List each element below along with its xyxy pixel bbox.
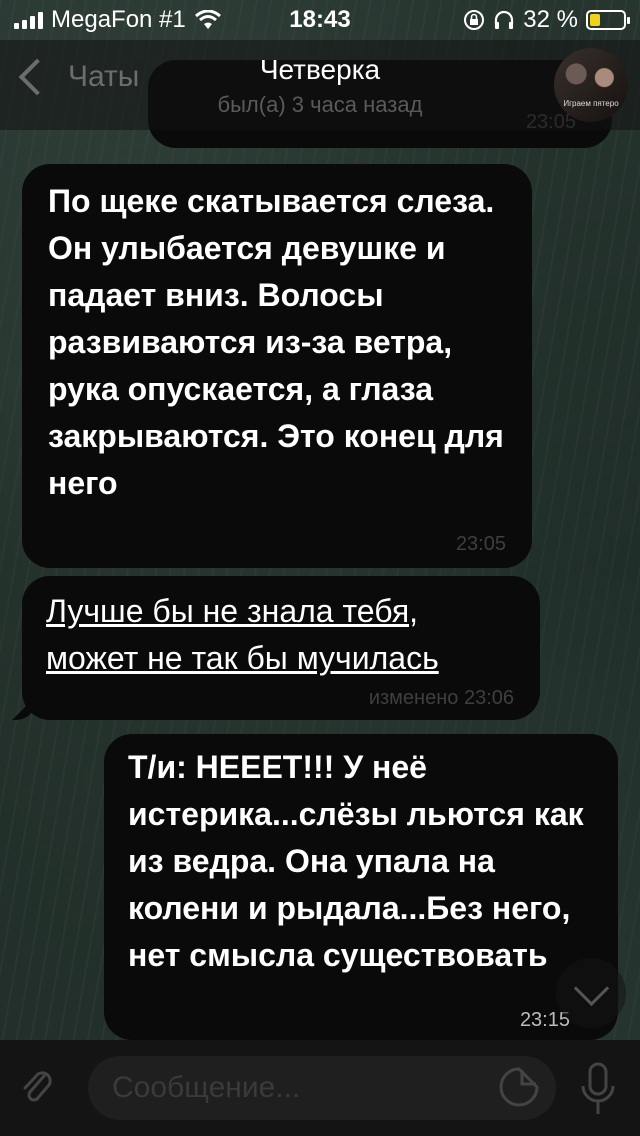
message-edited-time: изменено 23:06	[368, 687, 514, 709]
message-text-line: может не так бы мучилась	[46, 640, 439, 676]
chevron-down-icon	[573, 970, 609, 1006]
message-input-placeholder: Сообщение...	[112, 1071, 301, 1104]
last-seen-status: был(а) 3 часа назад	[217, 92, 423, 117]
microphone-icon[interactable]	[578, 1062, 618, 1116]
message-input[interactable]: Сообщение...	[88, 1056, 556, 1120]
sticker-icon[interactable]	[498, 1066, 540, 1108]
avatar[interactable]: Играем пятеро	[554, 48, 628, 122]
message-text: Т/и: НЕЕЕТ!!! У неё истерика...слёзы лью…	[128, 749, 584, 973]
message-bubble-incoming[interactable]: Лучше бы не знала тебя, может не так бы …	[12, 576, 540, 720]
wifi-icon	[194, 10, 221, 29]
avatar-caption: Играем пятеро	[563, 99, 619, 108]
message-text-line: Лучше бы не знала тебя,	[46, 593, 419, 629]
chat-header: Чаты Четверка был(а) 3 часа назад Играем…	[0, 40, 640, 130]
signal-icon	[14, 11, 43, 29]
chat-title[interactable]: Четверка	[0, 54, 640, 86]
rotation-lock-icon	[464, 10, 485, 30]
battery-icon	[586, 10, 630, 30]
status-bar: MegaFon #1 18:43 32 %	[0, 0, 640, 40]
carrier-label: MegaFon #1	[51, 6, 186, 33]
message-text: По щеке скатывается слеза. Он улыбается …	[48, 183, 504, 501]
message-input-bar: Сообщение...	[0, 1040, 640, 1136]
message-time: 23:05	[455, 533, 506, 555]
scroll-to-bottom-button[interactable]	[556, 958, 626, 1028]
message-bubble-outgoing[interactable]: Т/и: НЕЕЕТ!!! У неё истерика...слёзы лью…	[104, 734, 618, 1040]
message-bubble-incoming[interactable]: По щеке скатывается слеза. Он улыбается …	[22, 164, 532, 568]
battery-percent: 32 %	[523, 6, 578, 33]
message-text-block: Лучше бы не знала тебя, может не так бы …	[46, 588, 520, 682]
attach-icon[interactable]	[20, 1066, 54, 1108]
headphones-icon	[495, 10, 514, 29]
